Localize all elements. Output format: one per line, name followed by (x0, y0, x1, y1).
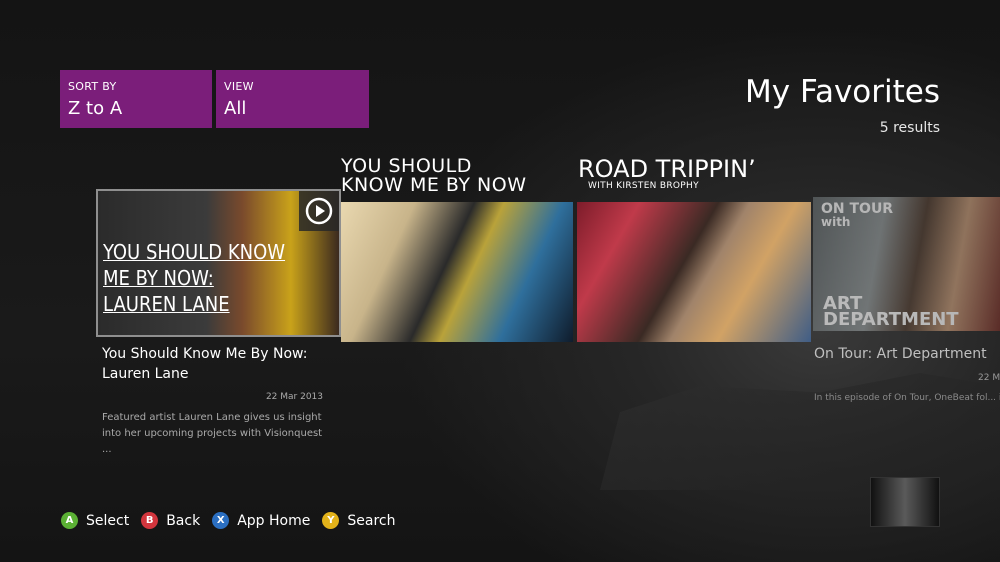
view-button[interactable]: VIEW All (216, 70, 369, 128)
tile-art-text: ON TOUR with ART DEPARTMENT (821, 201, 959, 330)
art-line: YOU SHOULD KNOW (103, 240, 286, 264)
hint-label: Back (166, 512, 201, 529)
favorite-tile-4[interactable]: ON TOUR with ART DEPARTMENT (813, 197, 1000, 331)
hint-label: App Home (237, 512, 311, 529)
b-button-icon: B (141, 512, 159, 529)
sort-by-label: SORT BY (68, 80, 117, 93)
favorite-tile-2[interactable] (341, 202, 573, 342)
art-line: with (821, 215, 851, 229)
tile-art-text: YOU SHOULD KNOW ME BY NOW: LAUREN LANE (103, 239, 285, 317)
favorite-tile-1[interactable]: YOU SHOULD KNOW ME BY NOW: LAUREN LANE (96, 189, 341, 337)
selected-item-date: 22 Mar 2013 (265, 392, 323, 402)
sort-by-button[interactable]: SORT BY Z to A (60, 70, 212, 128)
hint-label: Select (86, 512, 130, 529)
page-title: My Favorites (745, 74, 940, 110)
now-playing-thumbnail (870, 477, 940, 527)
hint-app-home[interactable]: X App Home (212, 512, 310, 529)
hint-back[interactable]: B Back (141, 512, 200, 529)
tile-thumbnail (577, 202, 811, 342)
result-count: 5 results (879, 120, 940, 136)
hint-label: Search (347, 512, 396, 529)
item-4-title: On Tour: Art Department (814, 346, 987, 362)
favorite-tile-3[interactable] (577, 202, 811, 342)
play-icon[interactable] (299, 191, 339, 231)
a-button-icon: A (61, 512, 78, 529)
hint-search[interactable]: Y Search (322, 512, 395, 529)
overlay-line: KNOW ME BY NOW (341, 174, 527, 196)
item-4-date: 22 M (978, 373, 1000, 383)
tile-thumbnail: ON TOUR with ART DEPARTMENT (813, 197, 1000, 331)
view-label: VIEW (224, 80, 254, 93)
sort-by-value: Z to A (68, 98, 123, 119)
y-button-icon: Y (322, 512, 340, 529)
hint-select[interactable]: A Select (61, 512, 129, 529)
view-value: All (224, 98, 247, 119)
tile-2-overlay-title: YOU SHOULD KNOW ME BY NOW (341, 157, 527, 195)
selected-item-title: You Should Know Me By Now: Lauren Lane (102, 346, 308, 382)
selected-item-description: Featured artist Lauren Lane gives us ins… (102, 412, 323, 455)
item-4-description: In this episode of On Tour, OneBeat fol.… (814, 393, 1000, 403)
art-line: ME BY NOW: (103, 266, 214, 290)
controller-hints: A Select B Back X App Home Y Search (61, 512, 407, 529)
x-button-icon: X (212, 512, 230, 529)
art-line: LAUREN LANE (103, 292, 230, 316)
art-line: DEPARTMENT (823, 309, 959, 330)
tile-thumbnail: YOU SHOULD KNOW ME BY NOW: LAUREN LANE (98, 191, 339, 335)
tile-thumbnail (341, 202, 573, 342)
tile-3-overlay-title: ROAD TRIPPIN’ WITH KIRSTEN BROPHY (578, 157, 756, 196)
